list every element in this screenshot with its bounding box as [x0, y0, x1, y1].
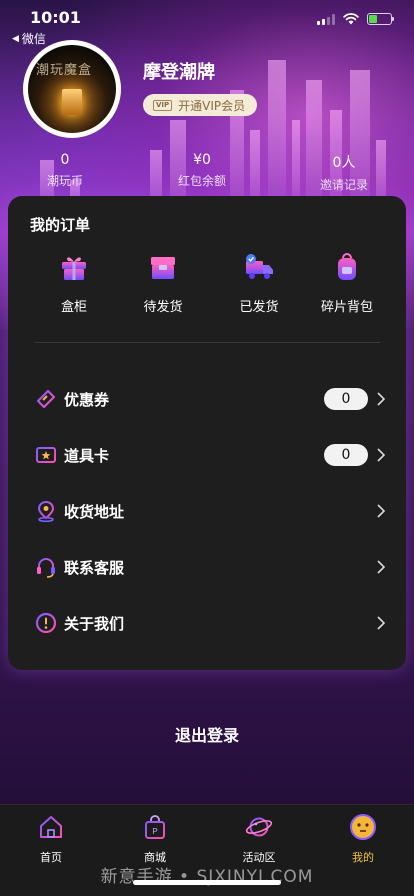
stat-coins[interactable]: 0 潮玩币	[30, 152, 100, 189]
stat-red-packet[interactable]: ¥0 红包余额	[166, 152, 238, 189]
chevron-right-icon	[377, 616, 386, 630]
home-icon	[40, 816, 62, 838]
tab-activity[interactable]: 活动区	[224, 813, 294, 865]
signal-icon	[317, 13, 335, 25]
tab-mine[interactable]: 我的	[328, 813, 398, 865]
status-bar: 10:01	[0, 0, 414, 32]
order-label: 已发货	[239, 300, 279, 315]
planet-icon	[245, 817, 273, 837]
smiley-icon	[350, 814, 376, 840]
wifi-icon	[343, 13, 359, 25]
chevron-right-icon	[377, 504, 386, 518]
truck-icon	[246, 254, 273, 279]
avatar[interactable]: 潮玩魔盒	[23, 40, 121, 138]
info-icon	[35, 612, 57, 634]
orders-title: 我的订单	[30, 216, 91, 234]
svg-text:P: P	[152, 827, 157, 836]
stat-value: 0人	[332, 155, 356, 171]
menu-item-prop-cards[interactable]: 道具卡 0	[8, 435, 406, 475]
menu-label: 收货地址	[64, 502, 125, 521]
menu-item-about[interactable]: 关于我们	[8, 603, 406, 643]
menu-item-customer-service[interactable]: 联系客服	[8, 547, 406, 587]
back-arrow-icon: ◀	[12, 33, 19, 44]
battery-icon	[367, 13, 394, 25]
stat-value: 0	[60, 152, 70, 168]
status-icons	[317, 13, 394, 25]
menu-label: 关于我们	[64, 614, 125, 633]
order-item-fragments[interactable]: 碎片背包	[307, 251, 387, 315]
back-to-wechat[interactable]: ◀ 微信	[12, 30, 46, 47]
menu-label: 道具卡	[64, 446, 110, 465]
menu-item-coupons[interactable]: 优惠券 0	[8, 379, 406, 419]
prop-card-count-badge: 0	[324, 444, 368, 466]
menu-label: 联系客服	[64, 558, 125, 577]
tab-shop[interactable]: P 商城	[120, 813, 190, 865]
order-item-cabinet[interactable]: 盒柜	[34, 251, 114, 315]
headset-icon	[37, 558, 55, 578]
order-label: 待发货	[143, 300, 183, 315]
logout-button[interactable]: 退出登录	[0, 722, 414, 746]
order-item-pending[interactable]: 待发货	[123, 251, 203, 315]
stat-value: ¥0	[193, 152, 211, 168]
location-icon	[37, 500, 55, 522]
divider	[35, 342, 380, 343]
stat-label: 潮玩币	[46, 174, 83, 188]
menu-item-address[interactable]: 收货地址	[8, 491, 406, 531]
vip-button[interactable]: VIP 开通VIP会员	[143, 94, 258, 116]
stat-invites[interactable]: 0人 邀请记录	[309, 152, 379, 193]
status-time: 10:01	[30, 8, 81, 27]
order-label: 盒柜	[60, 300, 87, 315]
avatar-logo-text: 潮玩魔盒	[36, 63, 93, 78]
chevron-right-icon	[377, 392, 386, 406]
order-item-shipped[interactable]: 已发货	[219, 251, 299, 315]
menu-label: 优惠券	[64, 390, 110, 409]
package-icon	[151, 257, 175, 279]
chevron-right-icon	[377, 560, 386, 574]
username: 摩登潮牌	[143, 62, 215, 83]
stat-label: 红包余额	[177, 174, 226, 188]
order-label: 碎片背包	[320, 300, 373, 315]
coupon-count-badge: 0	[324, 388, 368, 410]
account-card: 我的订单 盒柜 待发货 已发货 碎片背包 优惠券 0 道具卡 0 收货地址 联系…	[8, 196, 406, 670]
stat-label: 邀请记录	[319, 178, 368, 192]
home-indicator	[133, 880, 281, 885]
vip-badge-icon: VIP	[153, 99, 173, 111]
shop-bag-icon: P	[145, 815, 165, 839]
backpack-icon	[338, 253, 356, 280]
chevron-right-icon	[377, 448, 386, 462]
coupon-icon	[36, 389, 56, 409]
prop-card-icon	[36, 447, 56, 463]
back-label: 微信	[21, 32, 46, 46]
tab-home[interactable]: 首页	[16, 813, 86, 865]
gift-icon	[62, 257, 86, 280]
vip-label: 开通VIP会员	[178, 98, 246, 113]
